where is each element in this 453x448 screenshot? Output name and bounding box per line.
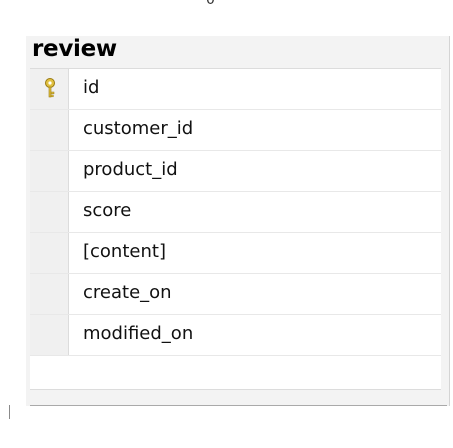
column-row-customer_id[interactable]: customer_id [30, 110, 441, 151]
column-row-score[interactable]: score [30, 192, 441, 233]
column-name: [content] [83, 241, 166, 262]
row-selector[interactable] [30, 69, 69, 109]
table-title: review [32, 36, 117, 62]
primary-key-icon [45, 78, 55, 98]
row-selector[interactable] [30, 110, 69, 150]
top-edge-label: 0 [206, 0, 215, 8]
column-row-product_id[interactable]: product_id [30, 151, 441, 192]
row-selector[interactable] [30, 315, 69, 355]
table-entity-review[interactable]: review id customer_id product_id score [… [26, 36, 450, 406]
column-name: product_id [83, 159, 178, 180]
left-edge-marker [9, 405, 10, 419]
table-bottom-border [30, 405, 447, 406]
column-row-content[interactable]: [content] [30, 233, 441, 274]
row-selector[interactable] [30, 233, 69, 273]
column-row-id[interactable]: id [30, 69, 441, 110]
row-selector[interactable] [30, 192, 69, 232]
column-name: create_on [83, 282, 172, 303]
column-grid: id customer_id product_id score [content… [30, 68, 441, 390]
row-selector[interactable] [30, 151, 69, 191]
row-selector[interactable] [30, 274, 69, 314]
column-name: customer_id [83, 118, 194, 139]
column-row-modified_on[interactable]: modified_on [30, 315, 441, 356]
column-name: modified_on [83, 323, 194, 344]
column-name: score [83, 200, 132, 221]
column-row-create_on[interactable]: create_on [30, 274, 441, 315]
column-name: id [83, 77, 100, 98]
